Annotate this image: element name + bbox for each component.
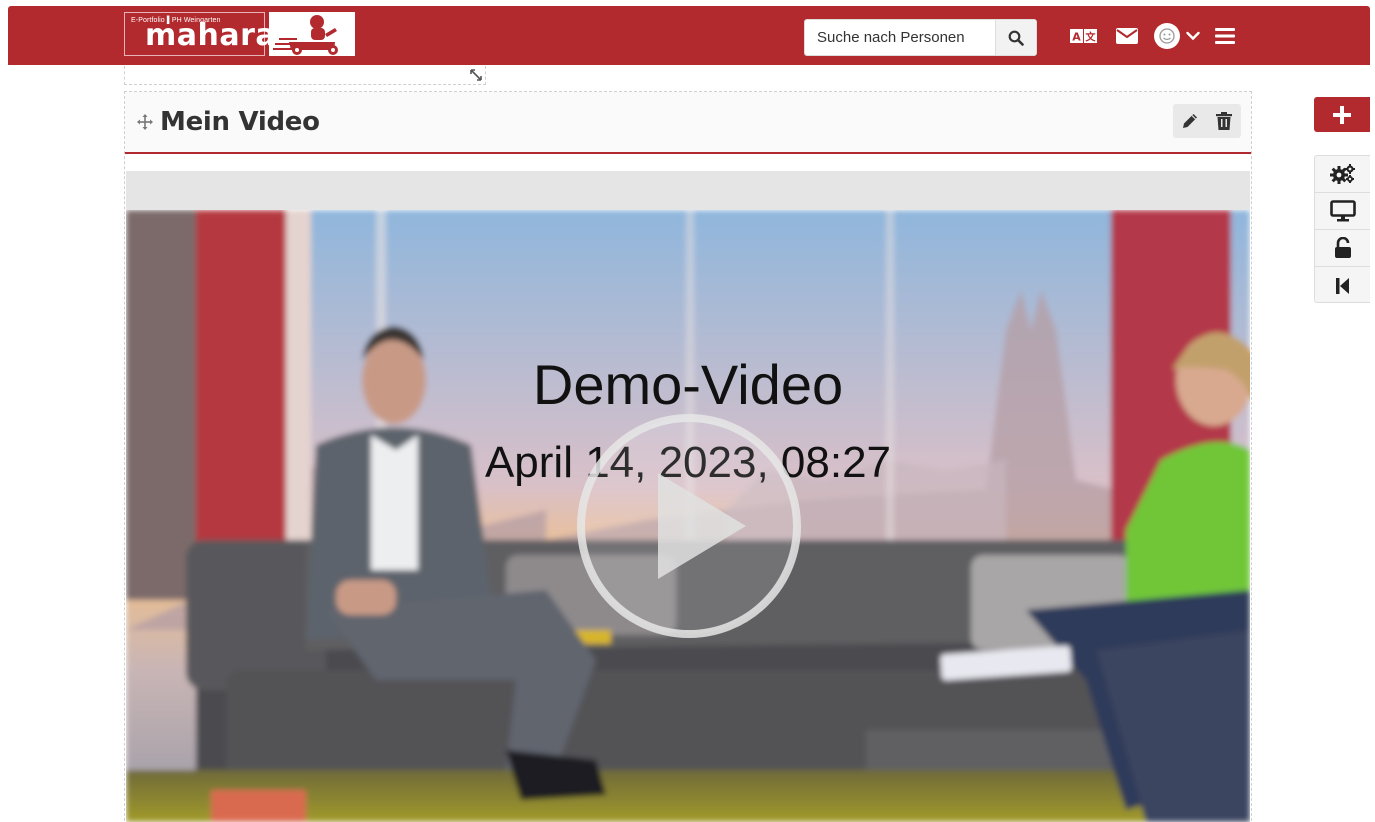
menu-icon [1215,28,1235,44]
block-actions [1173,104,1241,138]
user-menu-toggle[interactable] [1184,28,1202,44]
display-monitor-icon [1329,200,1356,222]
delete-block-button[interactable] [1207,104,1241,138]
add-icon [1333,105,1351,124]
play-icon [577,414,801,638]
display-page-button[interactable] [1315,193,1370,230]
back-to-start-icon [1335,277,1349,294]
people-search [804,19,1037,56]
block-header: Mein Video [125,92,1251,154]
chevron-down-icon [1186,31,1200,41]
translate-icon: A 文 [1070,29,1097,44]
unlock-icon [1334,237,1351,258]
trash-icon [1216,112,1232,130]
page-tools [1314,155,1370,303]
language-button[interactable]: A 文 [1068,25,1100,47]
block-title: Mein Video [160,107,320,137]
mail-icon [1116,28,1138,44]
previous-block-fragment [124,66,486,85]
settings-button[interactable] [1315,156,1370,193]
move-icon[interactable] [137,114,153,135]
settings-gears-icon [1329,164,1355,184]
user-menu-button[interactable] [1152,22,1182,50]
search-input[interactable] [805,20,995,55]
user-avatar-icon [1154,23,1180,49]
edit-block-button[interactable] [1173,104,1207,138]
logo-wordmark: E-Portfolio ▌PH Weingarten mahara [124,12,276,56]
edit-pencil-icon [1183,114,1197,128]
video-block: Mein Video Demo-Video April 08:27 [124,91,1252,822]
logo-mascot-icon [269,12,355,56]
video-player[interactable]: Demo-Video April 14, 2023, 08:27 [126,210,1250,822]
video-letterbox [126,171,1250,210]
svg-text:A: A [1072,31,1081,44]
main-menu-button[interactable] [1212,24,1238,48]
resize-icon[interactable] [469,68,483,87]
site-logo[interactable]: E-Portfolio ▌PH Weingarten mahara [124,12,355,57]
site-header: E-Portfolio ▌PH Weingarten mahara Suche … [8,6,1370,65]
return-button[interactable] [1315,267,1370,304]
search-icon [1008,30,1024,46]
add-block-button[interactable] [1314,97,1370,132]
play-button[interactable] [576,413,802,639]
share-button[interactable] [1315,230,1370,267]
logo-text: mahara [145,18,277,53]
messages-button[interactable] [1114,24,1140,48]
search-button[interactable] [995,20,1036,55]
video-title: Demo-Video [532,353,844,416]
svg-text:文: 文 [1086,31,1097,44]
